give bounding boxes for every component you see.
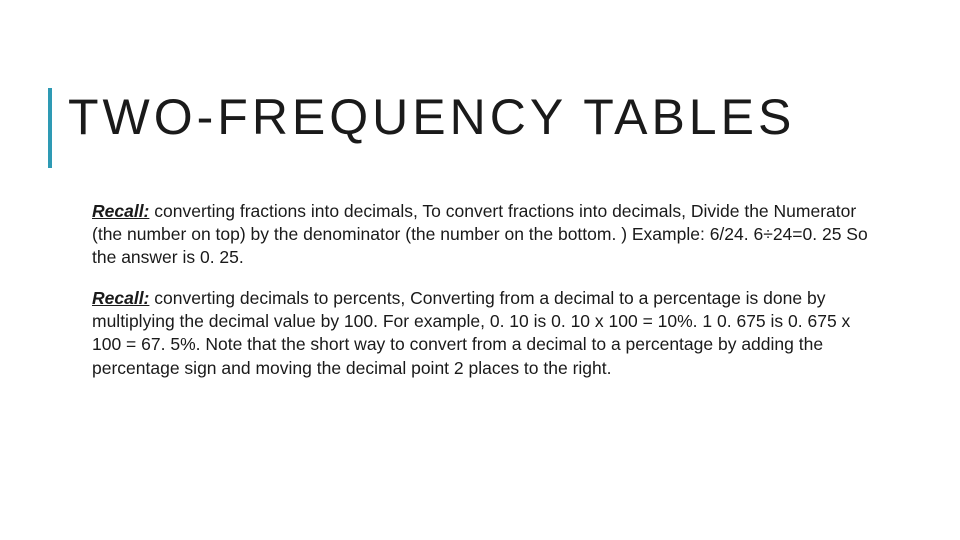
recall-label-2: Recall: (92, 288, 149, 308)
body-content: Recall: converting fractions into decima… (92, 200, 872, 398)
recall-label-1: Recall: (92, 201, 149, 221)
slide: TWO-FREQUENCY TABLES Recall: converting … (0, 0, 960, 540)
paragraph-2: Recall: converting decimals to percents,… (92, 287, 872, 379)
paragraph-2-text: converting decimals to percents, Convert… (92, 288, 850, 377)
page-title: TWO-FREQUENCY TABLES (68, 88, 795, 146)
title-accent-bar (48, 88, 52, 168)
paragraph-1: Recall: converting fractions into decima… (92, 200, 872, 269)
paragraph-1-text: converting fractions into decimals, To c… (92, 201, 868, 267)
